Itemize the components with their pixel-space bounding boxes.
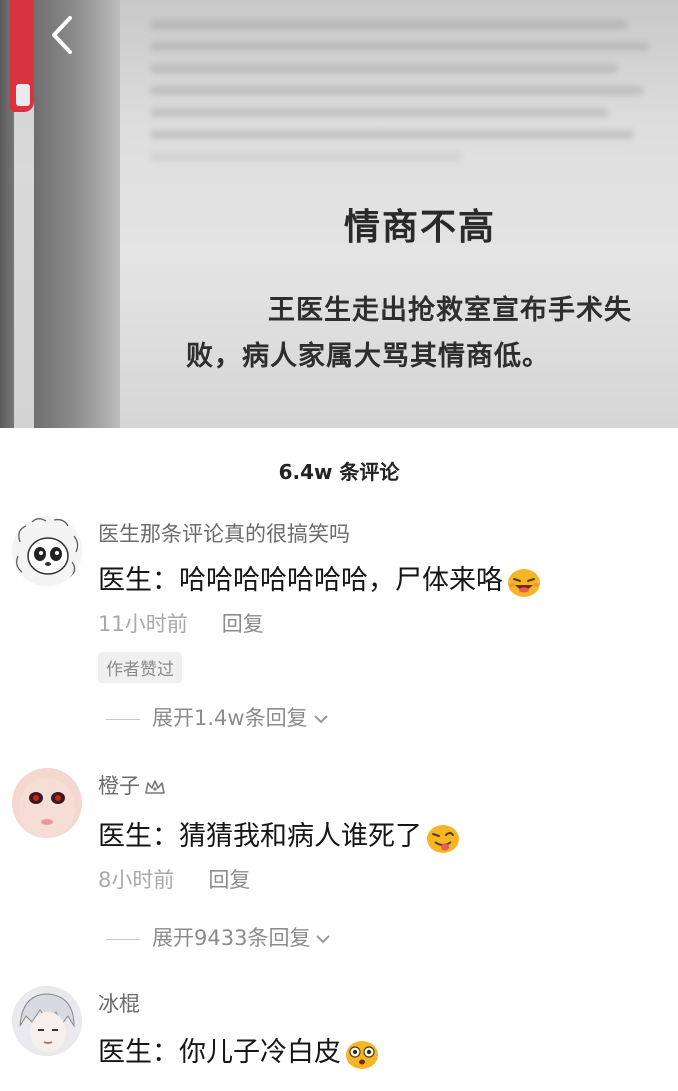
video-player[interactable]: 情商不高 王医生走出抢救室宣布手术失败，病人家属大骂其情商低。 — [0, 0, 678, 428]
comment-time: 11小时前 — [98, 612, 188, 636]
chevron-left-icon — [52, 16, 72, 54]
avatar[interactable] — [12, 986, 82, 1056]
red-tab — [10, 0, 34, 112]
chevron-down-icon — [313, 715, 328, 724]
reply-button[interactable]: 回复 — [222, 612, 264, 636]
comment-text: 医生：哈哈哈哈哈哈哈，尸体来咯 — [98, 558, 543, 599]
expand-replies-label: 展开1.4w条回复 — [152, 706, 308, 730]
panda-avatar-icon — [12, 516, 82, 586]
comment-meta: 11小时前 回复 — [98, 608, 264, 638]
anime-character-avatar-icon — [12, 986, 82, 1056]
comment-text-content: 医生：哈哈哈哈哈哈哈，尸体来咯 — [98, 565, 503, 596]
comment-username[interactable]: 医生那条评论真的很搞笑吗 — [98, 518, 350, 548]
author-liked-badge: 作者赞过 — [98, 652, 182, 683]
expand-replies-button[interactable]: 展开9433条回复 — [106, 922, 332, 952]
girl-face-avatar-icon — [12, 768, 82, 838]
avatar[interactable] — [12, 768, 82, 838]
book-body-text: 王医生走出抢救室宣布手术失败，病人家属大骂其情商低。 — [186, 295, 632, 372]
divider-dash — [106, 718, 140, 720]
comment-text: 医生：你儿子冷白皮 — [98, 1030, 381, 1071]
blurred-text-lines — [150, 20, 670, 174]
comment-username[interactable]: 冰棍 — [98, 988, 140, 1018]
comments-panel: 6.4w 条评论 医生那条评论真的很搞笑吗 医生：哈哈哈哈哈哈哈，尸体来咯 11… — [0, 428, 678, 1091]
comment-time: 8小时前 — [98, 868, 175, 892]
chevron-down-icon — [316, 935, 331, 944]
comment-text-content: 医生：你儿子冷白皮 — [98, 1037, 341, 1068]
comments-count-title: 6.4w 条评论 — [278, 460, 400, 484]
book-gutter — [34, 0, 120, 428]
comment-text-content: 医生：猜猜我和病人谁死了 — [98, 821, 422, 852]
book-title: 情商不高 — [344, 207, 497, 248]
expand-replies-button[interactable]: 展开1.4w条回复 — [106, 702, 330, 732]
surprised-emoji-icon — [346, 1040, 378, 1069]
divider-dash — [106, 938, 140, 940]
winking-tongue-emoji-icon — [427, 824, 459, 853]
comment-username[interactable]: 橙子 — [98, 770, 166, 800]
comment-meta: 8小时前 回复 — [98, 864, 250, 894]
crown-icon — [145, 780, 165, 794]
avatar[interactable] — [12, 516, 82, 586]
comment-text: 医生：猜猜我和病人谁死了 — [98, 814, 462, 855]
expand-replies-label: 展开9433条回复 — [152, 926, 311, 950]
reply-button[interactable]: 回复 — [208, 868, 250, 892]
back-button[interactable] — [42, 14, 82, 58]
grinning-emoji-icon — [508, 568, 540, 597]
username-label: 橙子 — [98, 774, 140, 798]
